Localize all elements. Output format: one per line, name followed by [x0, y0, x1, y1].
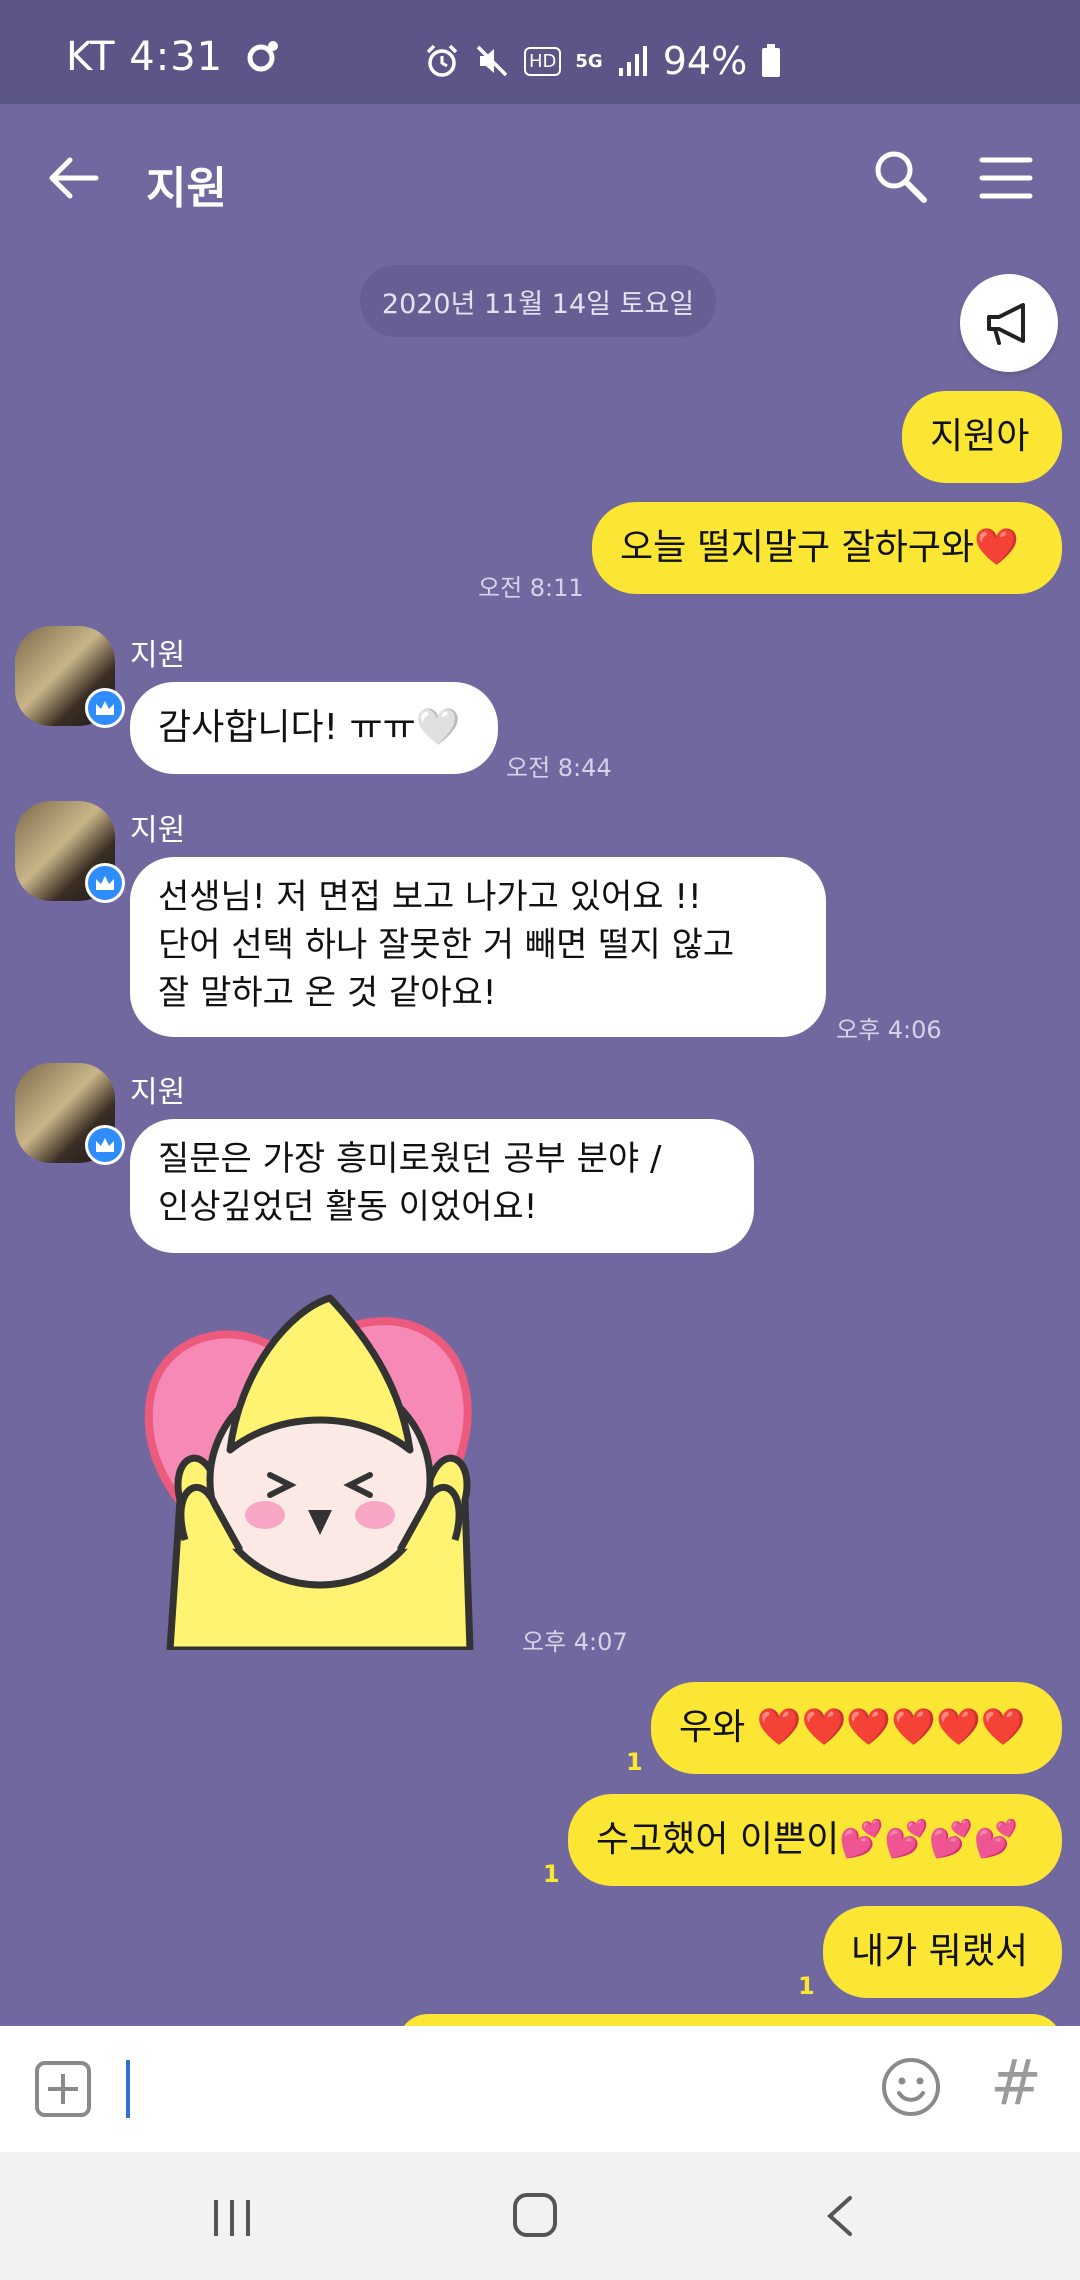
avatar[interactable]: [15, 1063, 125, 1165]
sender-name: 지원: [130, 1075, 186, 1110]
their-message[interactable]: 질문은 가장 흥미로웠던 공부 분야 / 인상깊었던 활동 이었어요!: [130, 1119, 754, 1253]
input-bar: #: [0, 2026, 1080, 2152]
my-message[interactable]: 오늘 떨지말구 잘하구와❤️: [592, 502, 1062, 594]
carrier-time: KT 4:31: [66, 34, 281, 80]
home-icon[interactable]: [512, 2192, 558, 2238]
mute-icon: [476, 45, 508, 77]
status-icons: HD 5G 94%: [424, 36, 781, 86]
avatar[interactable]: [15, 801, 125, 903]
add-attachment-icon[interactable]: [34, 2060, 92, 2118]
date-divider: 2020년 11월 14일 토요일: [360, 265, 716, 337]
crown-badge-icon: [85, 1125, 125, 1165]
announcement-button[interactable]: [960, 274, 1058, 372]
unread-count: 1: [543, 1860, 560, 1888]
message-time: 오후 4:06: [836, 1016, 942, 1044]
my-message[interactable]: 지원아: [902, 391, 1062, 483]
crown-badge-icon: [85, 863, 125, 903]
hashtag-search-button[interactable]: #: [990, 2046, 1042, 2119]
back-arrow-icon[interactable]: [44, 148, 104, 208]
camera-dot-icon: [247, 41, 278, 72]
unread-count: 1: [798, 1972, 815, 2000]
alarm-icon: [426, 44, 458, 77]
search-icon[interactable]: [870, 146, 930, 206]
avatar[interactable]: [15, 626, 125, 728]
message-input[interactable]: [126, 2060, 130, 2118]
megaphone-icon: [987, 303, 1025, 345]
my-message[interactable]: 우와 ❤️❤️❤️❤️❤️❤️: [651, 1682, 1062, 1774]
menu-icon[interactable]: [976, 148, 1036, 208]
message-text: 질문은 가장 흥미로웠던 공부 분야 / 인상깊었던 활동 이었어요!: [158, 1139, 662, 1227]
message-time: 오후 4:07: [522, 1628, 628, 1656]
message-text: 선생님! 저 면접 보고 나가고 있어요 !! 단어 선택 하나 잘못한 거 빼…: [158, 877, 735, 1013]
unread-count: 1: [626, 1748, 643, 1776]
signal-icon: [618, 46, 647, 76]
network-label: 5G: [575, 50, 603, 72]
emoji-icon[interactable]: [880, 2056, 942, 2118]
hd-icon: HD: [524, 46, 562, 76]
chat-header: 지원: [0, 104, 1080, 252]
chat-title: 지원: [146, 163, 227, 214]
message-time: 오전 8:44: [506, 754, 612, 782]
status-bar: KT 4:31 HD 5G 94%: [0, 0, 1080, 104]
battery-percent: 94%: [662, 39, 748, 83]
message-time: 오전 8:11: [478, 574, 584, 602]
battery-icon: [762, 44, 781, 77]
back-nav-icon[interactable]: [822, 2194, 856, 2238]
sender-name: 지원: [130, 813, 186, 848]
heart-character-sticker[interactable]: [130, 1290, 510, 1650]
my-message[interactable]: 내가 뭐랬서: [823, 1906, 1062, 1998]
their-message[interactable]: 감사합니다! ㅠㅠ🤍: [130, 682, 498, 774]
recent-apps-icon[interactable]: [210, 2198, 254, 2238]
sender-name: 지원: [130, 638, 186, 673]
their-message[interactable]: 선생님! 저 면접 보고 나가고 있어요 !! 단어 선택 하나 잘못한 거 빼…: [130, 857, 826, 1037]
system-nav-bar: [0, 2152, 1080, 2280]
crown-badge-icon: [85, 688, 125, 728]
my-message[interactable]: 수고했어 이쁜이💕💕💕💕: [568, 1794, 1062, 1886]
